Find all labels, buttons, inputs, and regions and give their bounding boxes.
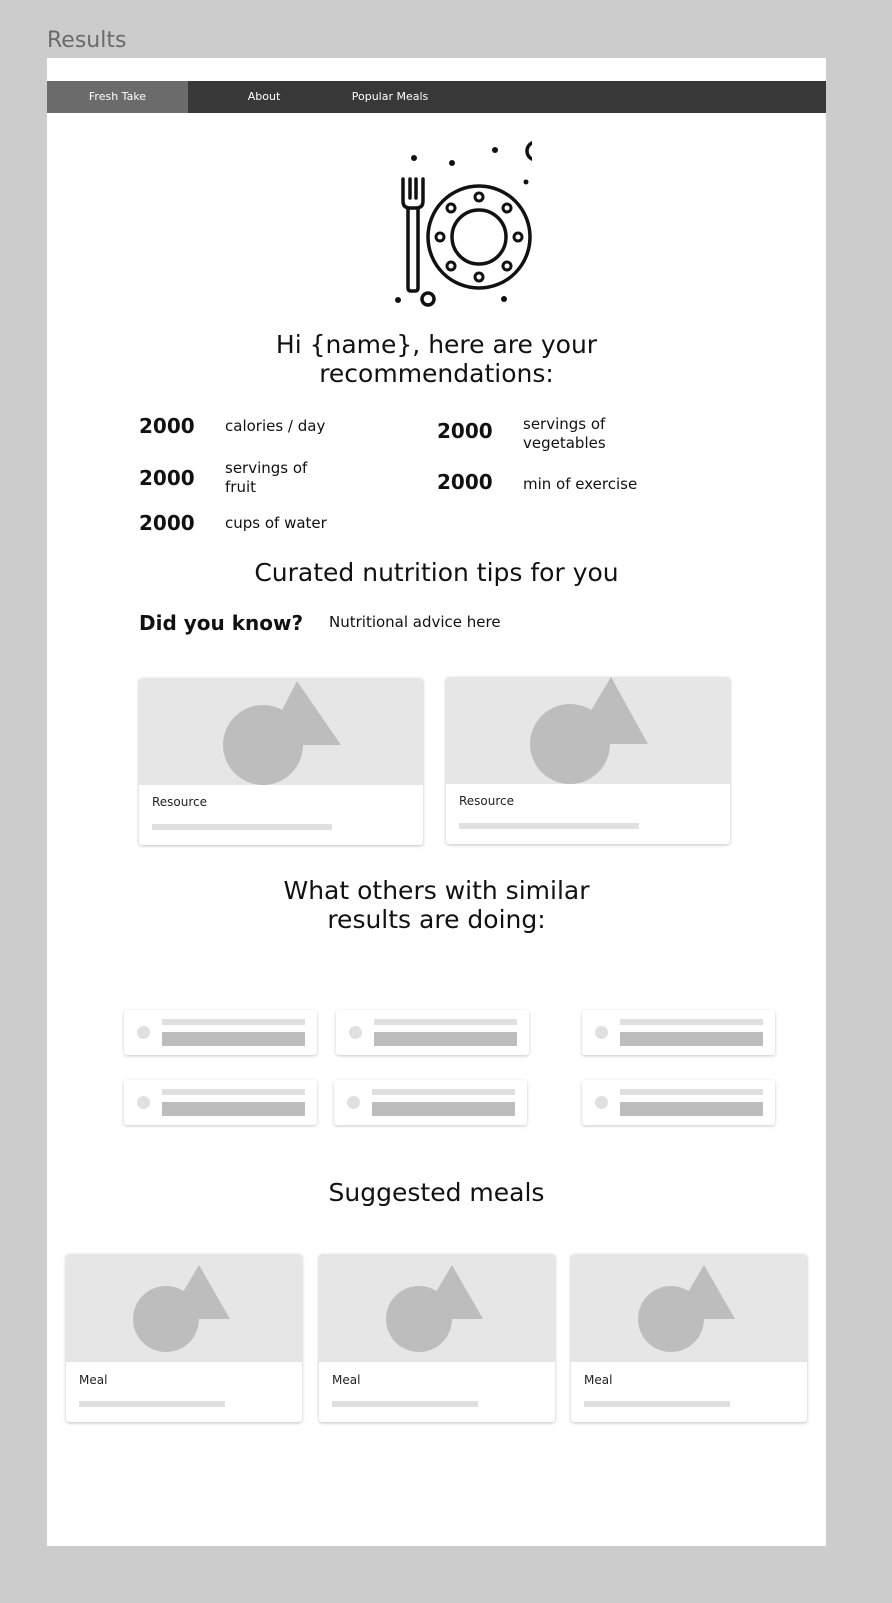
nav-item-fresh-take[interactable]: Fresh Take xyxy=(47,81,188,113)
meal-card[interactable]: Meal xyxy=(66,1254,302,1422)
image-placeholder-icon xyxy=(446,677,730,784)
rec-water-value: 2000 xyxy=(139,511,195,535)
avatar xyxy=(349,1026,362,1039)
text-placeholder xyxy=(374,1032,517,1046)
meal-card-text-placeholder xyxy=(79,1401,225,1407)
meals-heading: Suggested meals xyxy=(328,1178,545,1207)
meal-card-label: Meal xyxy=(584,1373,613,1387)
meal-card[interactable]: Meal xyxy=(571,1254,807,1422)
avatar xyxy=(347,1096,360,1109)
rec-vegetables-value: 2000 xyxy=(437,419,493,443)
peers-heading-line-2: results are doing: xyxy=(327,905,546,934)
text-placeholder xyxy=(620,1089,763,1095)
meal-card[interactable]: Meal xyxy=(319,1254,555,1422)
peer-item[interactable] xyxy=(336,1010,529,1055)
text-placeholder xyxy=(162,1102,305,1116)
peer-item[interactable] xyxy=(124,1010,317,1055)
resource-card[interactable]: Resource xyxy=(446,677,730,844)
text-placeholder xyxy=(620,1019,763,1025)
avatar xyxy=(137,1096,150,1109)
nav-item-about[interactable]: About xyxy=(188,81,340,113)
top-nav: Fresh Take About Popular Meals xyxy=(47,81,826,113)
meal-card-label: Meal xyxy=(79,1373,108,1387)
avatar xyxy=(137,1026,150,1039)
text-placeholder xyxy=(620,1032,763,1046)
greeting-heading: Hi {name}, here are your recommendations… xyxy=(47,330,826,388)
rec-fruit-value: 2000 xyxy=(139,466,195,490)
text-placeholder xyxy=(372,1102,515,1116)
avatar xyxy=(595,1096,608,1109)
greeting-line-2: recommendations: xyxy=(319,359,554,388)
text-placeholder xyxy=(620,1102,763,1116)
plate-fork-knife-icon xyxy=(352,138,562,313)
rec-fruit-label: servings of fruit xyxy=(225,459,308,496)
resource-card-text-placeholder xyxy=(459,823,639,829)
resource-card-label: Resource xyxy=(459,794,515,808)
greeting-line-1: Hi {name}, here are your xyxy=(275,330,598,359)
meal-card-text-placeholder xyxy=(584,1401,730,1407)
text-placeholder xyxy=(374,1019,517,1025)
peers-heading: What others with similar results are doi… xyxy=(47,876,826,934)
image-placeholder-icon xyxy=(66,1254,302,1362)
rec-calories-value: 2000 xyxy=(139,414,195,438)
image-placeholder-icon xyxy=(319,1254,555,1362)
peer-item[interactable] xyxy=(582,1080,775,1125)
peers-heading-line-1: What others with similar xyxy=(283,876,590,905)
peer-item[interactable] xyxy=(582,1010,775,1055)
rec-water-label: cups of water xyxy=(225,514,327,532)
resource-card-text-placeholder xyxy=(152,824,332,830)
nav-item-popular-meals[interactable]: Popular Meals xyxy=(340,81,440,113)
nutritional-advice-text: Nutritional advice here xyxy=(329,613,501,631)
image-placeholder-icon xyxy=(139,678,423,785)
text-placeholder xyxy=(162,1032,305,1046)
peer-item[interactable] xyxy=(334,1080,527,1125)
image-placeholder-icon xyxy=(571,1254,807,1362)
tips-heading: Curated nutrition tips for you xyxy=(254,558,619,587)
frame-title: Results xyxy=(47,28,127,53)
meal-card-label: Meal xyxy=(332,1373,361,1387)
rec-vegetables-label: servings of vegetables xyxy=(523,415,606,452)
text-placeholder xyxy=(162,1089,305,1095)
rec-calories-label: calories / day xyxy=(225,417,326,435)
did-you-know-label: Did you know? xyxy=(139,611,304,635)
text-placeholder xyxy=(372,1089,515,1095)
meal-card-text-placeholder xyxy=(332,1401,478,1407)
resource-card-label: Resource xyxy=(152,795,208,809)
results-page: Fresh Take About Popular Meals Hi {name}… xyxy=(47,58,826,1546)
text-placeholder xyxy=(162,1019,305,1025)
peer-item[interactable] xyxy=(124,1080,317,1125)
resource-card[interactable]: Resource xyxy=(139,678,423,845)
rec-exercise-label: min of exercise xyxy=(523,475,638,493)
rec-exercise-value: 2000 xyxy=(437,470,493,494)
avatar xyxy=(595,1026,608,1039)
